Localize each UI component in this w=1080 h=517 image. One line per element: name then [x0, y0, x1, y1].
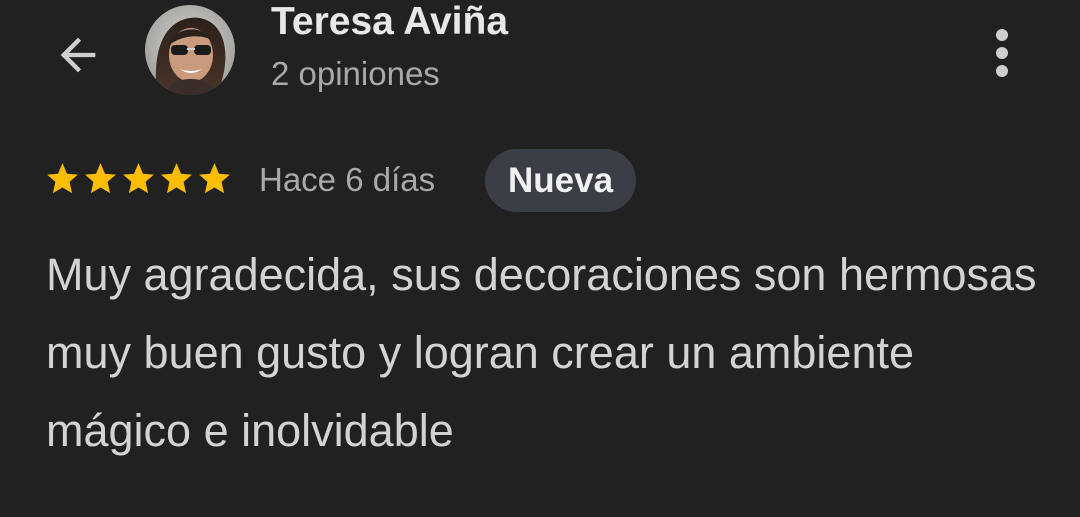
star-icon: [161, 163, 192, 194]
arrow-left-icon: [60, 37, 96, 73]
avatar[interactable]: [145, 5, 235, 95]
more-vertical-icon: [996, 29, 1008, 77]
more-options-button[interactable]: [974, 25, 1030, 81]
review-text: Muy agradecida, sus decoraciones son her…: [46, 249, 1037, 456]
star-icon: [123, 163, 154, 194]
reviewer-review-count: 2 opiniones: [271, 55, 440, 92]
new-badge: Nueva: [485, 149, 637, 212]
star-icon: [47, 163, 78, 194]
star-icon: [85, 163, 116, 194]
reviewer-name[interactable]: Teresa Aviña: [271, 0, 508, 44]
star-icon: [199, 163, 230, 194]
review-detail-page: Teresa Aviña 2 opiniones Hace 6 días Nue…: [0, 0, 1080, 517]
star-rating: [44, 160, 233, 197]
user-avatar-photo: [145, 5, 235, 95]
review-time: Hace 6 días: [259, 161, 436, 198]
back-button[interactable]: [50, 27, 106, 83]
